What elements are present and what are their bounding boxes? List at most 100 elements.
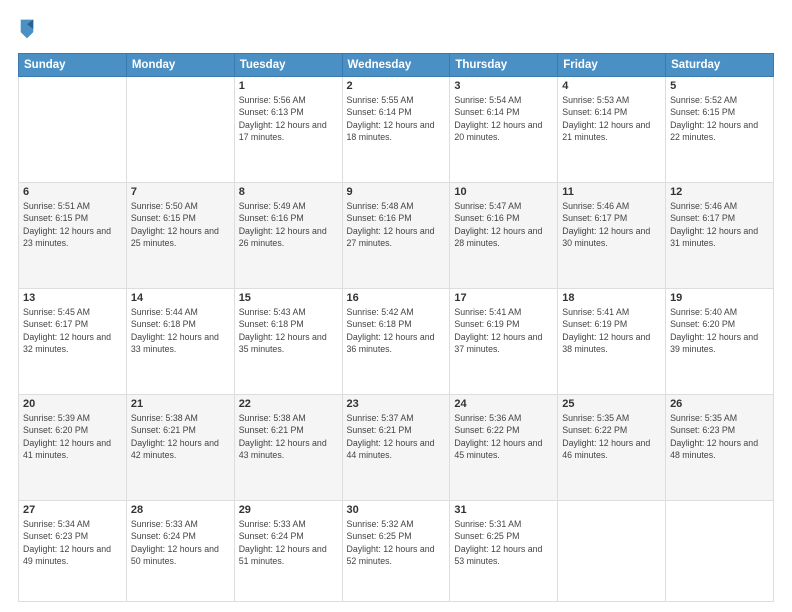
calendar-cell: 1 Sunrise: 5:56 AM Sunset: 6:13 PM Daylig…	[234, 77, 342, 183]
calendar-cell: 11 Sunrise: 5:46 AM Sunset: 6:17 PM Dayli…	[558, 183, 666, 289]
calendar-cell: 6 Sunrise: 5:51 AM Sunset: 6:15 PM Daylig…	[19, 183, 127, 289]
day-number: 26	[670, 398, 769, 410]
calendar-cell: 13 Sunrise: 5:45 AM Sunset: 6:17 PM Dayli…	[19, 289, 127, 395]
calendar-cell: 27 Sunrise: 5:34 AM Sunset: 6:23 PM Dayli…	[19, 501, 127, 602]
day-number: 6	[23, 186, 122, 198]
day-number: 25	[562, 398, 661, 410]
day-header-monday: Monday	[126, 54, 234, 77]
day-number: 14	[131, 292, 230, 304]
day-info: Sunrise: 5:39 AM Sunset: 6:20 PM Dayligh…	[23, 412, 122, 461]
calendar-cell	[558, 501, 666, 602]
day-info: Sunrise: 5:35 AM Sunset: 6:22 PM Dayligh…	[562, 412, 661, 461]
calendar-cell: 28 Sunrise: 5:33 AM Sunset: 6:24 PM Dayli…	[126, 501, 234, 602]
calendar-cell: 20 Sunrise: 5:39 AM Sunset: 6:20 PM Dayli…	[19, 395, 127, 501]
day-info: Sunrise: 5:41 AM Sunset: 6:19 PM Dayligh…	[454, 306, 553, 355]
day-header-sunday: Sunday	[19, 54, 127, 77]
day-info: Sunrise: 5:41 AM Sunset: 6:19 PM Dayligh…	[562, 306, 661, 355]
day-header-saturday: Saturday	[666, 54, 774, 77]
calendar-cell: 12 Sunrise: 5:46 AM Sunset: 6:17 PM Dayli…	[666, 183, 774, 289]
calendar-cell: 21Sunrise: 5:38 AM Sunset: 6:21 PM Dayli…	[126, 395, 234, 501]
day-number: 9	[347, 186, 446, 198]
day-header-tuesday: Tuesday	[234, 54, 342, 77]
calendar-cell: 10Sunrise: 5:47 AM Sunset: 6:16 PM Dayli…	[450, 183, 558, 289]
calendar-cell: 17 Sunrise: 5:41 AM Sunset: 6:19 PM Dayli…	[450, 289, 558, 395]
calendar-cell	[666, 501, 774, 602]
calendar-cell: 15Sunrise: 5:43 AM Sunset: 6:18 PM Dayli…	[234, 289, 342, 395]
day-number: 18	[562, 292, 661, 304]
day-number: 30	[347, 504, 446, 516]
calendar-cell: 24 Sunrise: 5:36 AM Sunset: 6:22 PM Dayli…	[450, 395, 558, 501]
calendar-cell: 4 Sunrise: 5:53 AM Sunset: 6:14 PM Daylig…	[558, 77, 666, 183]
day-number: 22	[239, 398, 338, 410]
calendar-cell: 23Sunrise: 5:37 AM Sunset: 6:21 PM Dayli…	[342, 395, 450, 501]
day-info: Sunrise: 5:34 AM Sunset: 6:23 PM Dayligh…	[23, 518, 122, 567]
day-number: 29	[239, 504, 338, 516]
day-info: Sunrise: 5:53 AM Sunset: 6:14 PM Dayligh…	[562, 94, 661, 143]
day-info: Sunrise: 5:33 AM Sunset: 6:24 PM Dayligh…	[131, 518, 230, 567]
day-info: Sunrise: 5:36 AM Sunset: 6:22 PM Dayligh…	[454, 412, 553, 461]
day-number: 20	[23, 398, 122, 410]
day-info: Sunrise: 5:55 AM Sunset: 6:14 PM Dayligh…	[347, 94, 446, 143]
calendar-cell: 29 Sunrise: 5:33 AM Sunset: 6:24 PM Dayli…	[234, 501, 342, 602]
day-info: Sunrise: 5:51 AM Sunset: 6:15 PM Dayligh…	[23, 200, 122, 249]
day-info: Sunrise: 5:44 AM Sunset: 6:18 PM Dayligh…	[131, 306, 230, 355]
calendar-cell: 25 Sunrise: 5:35 AM Sunset: 6:22 PM Dayli…	[558, 395, 666, 501]
day-info: Sunrise: 5:37 AM Sunset: 6:21 PM Dayligh…	[347, 412, 446, 461]
day-header-row: SundayMondayTuesdayWednesdayThursdayFrid…	[19, 54, 774, 77]
calendar-cell: 30 Sunrise: 5:32 AM Sunset: 6:25 PM Dayli…	[342, 501, 450, 602]
calendar-cell: 5 Sunrise: 5:52 AM Sunset: 6:15 PM Daylig…	[666, 77, 774, 183]
logo	[18, 18, 39, 45]
calendar-table: SundayMondayTuesdayWednesdayThursdayFrid…	[18, 53, 774, 602]
day-number: 10	[454, 186, 553, 198]
calendar-cell: 18 Sunrise: 5:41 AM Sunset: 6:19 PM Dayli…	[558, 289, 666, 395]
day-number: 16	[347, 292, 446, 304]
day-header-thursday: Thursday	[450, 54, 558, 77]
day-info: Sunrise: 5:46 AM Sunset: 6:17 PM Dayligh…	[562, 200, 661, 249]
day-number: 4	[562, 80, 661, 92]
calendar-cell: 2 Sunrise: 5:55 AM Sunset: 6:14 PM Daylig…	[342, 77, 450, 183]
day-info: Sunrise: 5:56 AM Sunset: 6:13 PM Dayligh…	[239, 94, 338, 143]
day-number: 2	[347, 80, 446, 92]
day-info: Sunrise: 5:42 AM Sunset: 6:18 PM Dayligh…	[347, 306, 446, 355]
day-number: 27	[23, 504, 122, 516]
calendar-cell: 9 Sunrise: 5:48 AM Sunset: 6:16 PM Daylig…	[342, 183, 450, 289]
day-info: Sunrise: 5:46 AM Sunset: 6:17 PM Dayligh…	[670, 200, 769, 249]
day-number: 11	[562, 186, 661, 198]
day-info: Sunrise: 5:31 AM Sunset: 6:25 PM Dayligh…	[454, 518, 553, 567]
calendar-cell: 26 Sunrise: 5:35 AM Sunset: 6:23 PM Dayli…	[666, 395, 774, 501]
day-info: Sunrise: 5:35 AM Sunset: 6:23 PM Dayligh…	[670, 412, 769, 461]
day-number: 8	[239, 186, 338, 198]
day-header-wednesday: Wednesday	[342, 54, 450, 77]
calendar-cell	[19, 77, 127, 183]
day-info: Sunrise: 5:54 AM Sunset: 6:14 PM Dayligh…	[454, 94, 553, 143]
day-number: 7	[131, 186, 230, 198]
day-number: 24	[454, 398, 553, 410]
day-info: Sunrise: 5:32 AM Sunset: 6:25 PM Dayligh…	[347, 518, 446, 567]
calendar-cell: 22 Sunrise: 5:38 AM Sunset: 6:21 PM Dayli…	[234, 395, 342, 501]
day-info: Sunrise: 5:33 AM Sunset: 6:24 PM Dayligh…	[239, 518, 338, 567]
day-number: 13	[23, 292, 122, 304]
calendar-cell: 14 Sunrise: 5:44 AM Sunset: 6:18 PM Dayli…	[126, 289, 234, 395]
day-number: 12	[670, 186, 769, 198]
day-info: Sunrise: 5:45 AM Sunset: 6:17 PM Dayligh…	[23, 306, 122, 355]
calendar-cell: 31 Sunrise: 5:31 AM Sunset: 6:25 PM Dayli…	[450, 501, 558, 602]
calendar-page: SundayMondayTuesdayWednesdayThursdayFrid…	[0, 0, 792, 612]
day-number: 17	[454, 292, 553, 304]
day-number: 1	[239, 80, 338, 92]
calendar-cell	[126, 77, 234, 183]
day-info: Sunrise: 5:48 AM Sunset: 6:16 PM Dayligh…	[347, 200, 446, 249]
day-number: 31	[454, 504, 553, 516]
day-info: Sunrise: 5:52 AM Sunset: 6:15 PM Dayligh…	[670, 94, 769, 143]
day-number: 21	[131, 398, 230, 410]
day-number: 15	[239, 292, 338, 304]
day-info: Sunrise: 5:40 AM Sunset: 6:20 PM Dayligh…	[670, 306, 769, 355]
calendar-cell: 16 Sunrise: 5:42 AM Sunset: 6:18 PM Dayli…	[342, 289, 450, 395]
header	[18, 18, 774, 45]
day-number: 28	[131, 504, 230, 516]
day-info: Sunrise: 5:38 AM Sunset: 6:21 PM Dayligh…	[239, 412, 338, 461]
day-header-friday: Friday	[558, 54, 666, 77]
day-number: 5	[670, 80, 769, 92]
day-number: 19	[670, 292, 769, 304]
calendar-cell: 8 Sunrise: 5:49 AM Sunset: 6:16 PM Daylig…	[234, 183, 342, 289]
day-info: Sunrise: 5:49 AM Sunset: 6:16 PM Dayligh…	[239, 200, 338, 249]
